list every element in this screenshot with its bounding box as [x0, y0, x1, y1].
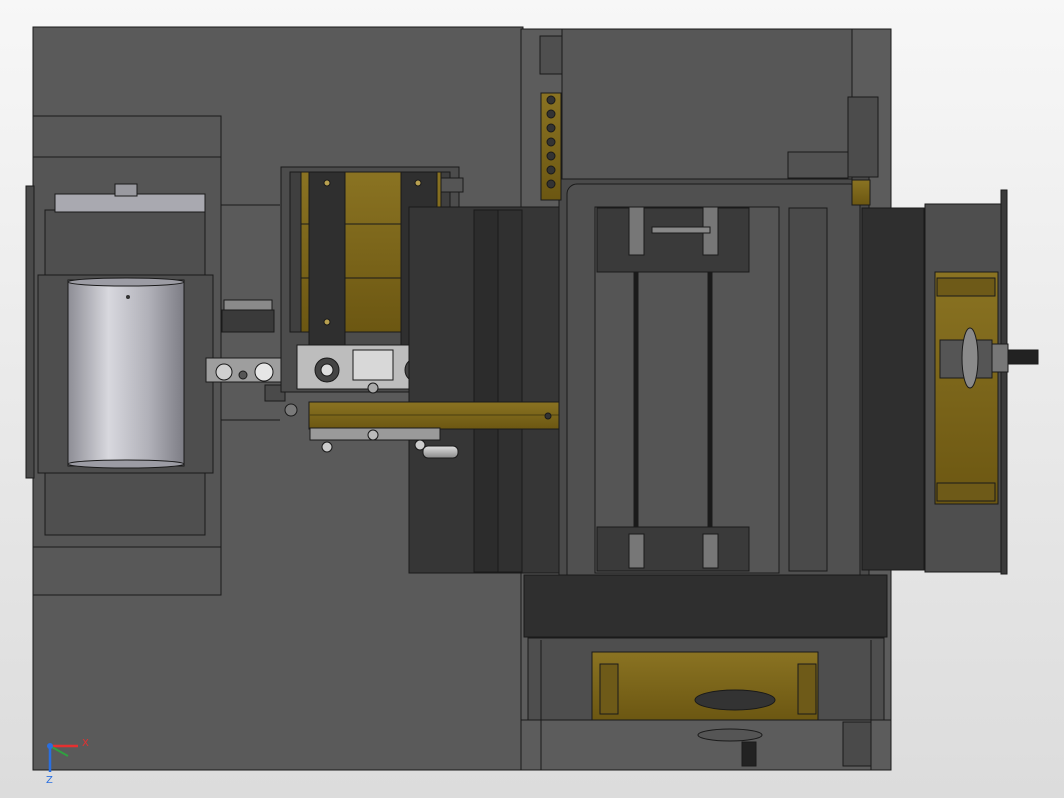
- square-frame: [558, 176, 870, 607]
- bolt-head: [546, 137, 556, 147]
- bolt-head: [546, 179, 556, 189]
- axis-x-label: X: [82, 738, 89, 749]
- cad-viewport[interactable]: X Z: [0, 0, 1064, 798]
- center-plate: [408, 206, 570, 574]
- bolt-head: [546, 109, 556, 119]
- bolt-head: [546, 95, 556, 105]
- cylinder-drum: [37, 274, 214, 474]
- bolt-head: [546, 123, 556, 133]
- bolt-head: [546, 165, 556, 175]
- right-drive: [924, 189, 1039, 575]
- axis-z-label: Z: [46, 775, 53, 786]
- bolt-head: [546, 151, 556, 161]
- bolt-rail: [540, 92, 562, 201]
- top-right-frame: [539, 28, 879, 206]
- assembly-top-view[interactable]: X Z: [0, 0, 1064, 798]
